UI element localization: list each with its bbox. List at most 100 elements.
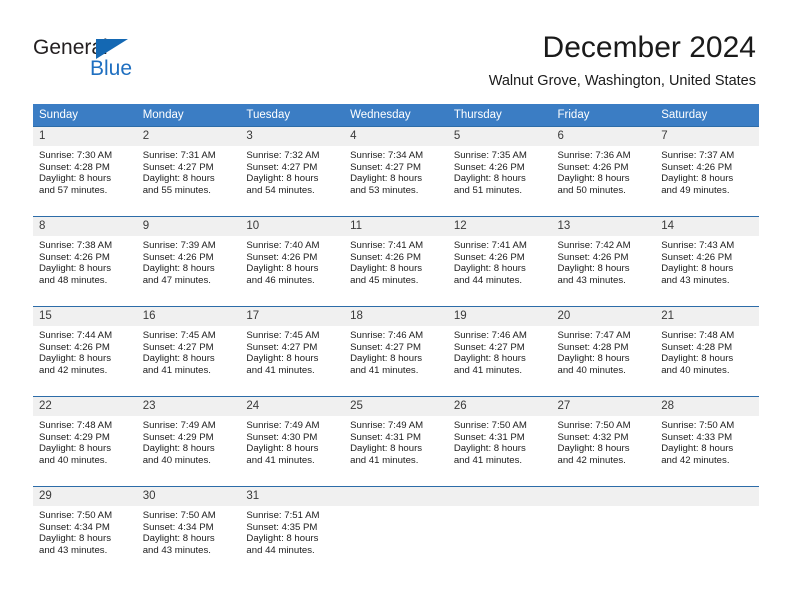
calendar-cell[interactable]: 10 Sunrise: 7:40 AM Sunset: 4:26 PM Dayl… [240, 216, 345, 300]
day-details: Sunrise: 7:37 AM Sunset: 4:26 PM Dayligh… [655, 146, 759, 196]
day-details: Sunrise: 7:50 AM Sunset: 4:34 PM Dayligh… [137, 506, 241, 556]
sunrise-text: Sunrise: 7:45 AM [142, 330, 216, 341]
day-number: 29 [33, 487, 137, 506]
calendar-cell[interactable]: 2 Sunrise: 7:31 AM Sunset: 4:27 PM Dayli… [136, 126, 241, 210]
day-number: 28 [655, 397, 759, 416]
day-number: 8 [33, 217, 137, 236]
calendar-cell[interactable]: 1 Sunrise: 7:30 AM Sunset: 4:28 PM Dayli… [33, 126, 137, 210]
day-number: 16 [136, 307, 241, 326]
daylight-text-line1: Daylight: 8 hours [142, 533, 215, 545]
daylight-text-line1: Daylight: 8 hours [246, 443, 319, 455]
calendar-cell[interactable]: 12 Sunrise: 7:41 AM Sunset: 4:26 PM Dayl… [447, 216, 552, 300]
calendar-cell[interactable]: 13 Sunrise: 7:42 AM Sunset: 4:26 PM Dayl… [551, 216, 656, 300]
calendar-week-row: 22 Sunrise: 7:48 AM Sunset: 4:29 PM Dayl… [33, 396, 759, 480]
day-details [655, 506, 759, 510]
calendar-cell[interactable]: 8 Sunrise: 7:38 AM Sunset: 4:26 PM Dayli… [33, 216, 137, 300]
calendar-cell[interactable]: 24 Sunrise: 7:49 AM Sunset: 4:30 PM Dayl… [240, 396, 345, 480]
calendar-cell[interactable]: 22 Sunrise: 7:48 AM Sunset: 4:29 PM Dayl… [33, 396, 137, 480]
calendar-cell-empty [447, 486, 552, 570]
day-details: Sunrise: 7:45 AM Sunset: 4:27 PM Dayligh… [137, 326, 241, 376]
calendar-cell[interactable]: 17 Sunrise: 7:45 AM Sunset: 4:27 PM Dayl… [240, 306, 345, 390]
calendar-cell[interactable]: 31 Sunrise: 7:51 AM Sunset: 4:35 PM Dayl… [240, 486, 345, 570]
general-blue-logo[interactable]: General Blue [33, 36, 213, 88]
day-details: Sunrise: 7:43 AM Sunset: 4:26 PM Dayligh… [655, 236, 759, 286]
weekday-header-monday: Monday [136, 104, 241, 126]
daylight-text-line1: Daylight: 8 hours [350, 263, 423, 275]
calendar-cell[interactable]: 26 Sunrise: 7:50 AM Sunset: 4:31 PM Dayl… [447, 396, 552, 480]
daylight-text-line2: and 42 minutes. [557, 454, 626, 466]
day-number: 30 [136, 487, 241, 506]
calendar-cell[interactable]: 16 Sunrise: 7:45 AM Sunset: 4:27 PM Dayl… [136, 306, 241, 390]
calendar-cell[interactable]: 18 Sunrise: 7:46 AM Sunset: 4:27 PM Dayl… [344, 306, 448, 390]
calendar-cell[interactable]: 14 Sunrise: 7:43 AM Sunset: 4:26 PM Dayl… [655, 216, 759, 300]
sunrise-sunset-calendar: Sunday Monday Tuesday Wednesday Thursday… [33, 104, 759, 570]
calendar-cell[interactable]: 7 Sunrise: 7:37 AM Sunset: 4:26 PM Dayli… [655, 126, 759, 210]
day-number: 23 [136, 397, 241, 416]
daylight-text-line2: and 42 minutes. [661, 454, 730, 466]
weekday-header-thursday: Thursday [447, 104, 552, 126]
calendar-cell[interactable]: 11 Sunrise: 7:41 AM Sunset: 4:26 PM Dayl… [344, 216, 448, 300]
day-details: Sunrise: 7:47 AM Sunset: 4:28 PM Dayligh… [552, 326, 656, 376]
daylight-text-line1: Daylight: 8 hours [39, 533, 111, 545]
daylight-text-line2: and 42 minutes. [39, 364, 108, 376]
sunrise-text: Sunrise: 7:46 AM [350, 330, 424, 341]
day-details: Sunrise: 7:35 AM Sunset: 4:26 PM Dayligh… [448, 146, 552, 196]
calendar-cell[interactable]: 4 Sunrise: 7:34 AM Sunset: 4:27 PM Dayli… [344, 126, 448, 210]
calendar-cell[interactable]: 30 Sunrise: 7:50 AM Sunset: 4:34 PM Dayl… [136, 486, 241, 570]
calendar-cell[interactable]: 25 Sunrise: 7:49 AM Sunset: 4:31 PM Dayl… [344, 396, 448, 480]
sunset-text: Sunset: 4:26 PM [350, 251, 422, 263]
daylight-text-line2: and 48 minutes. [39, 274, 108, 286]
calendar-week-row: 15 Sunrise: 7:44 AM Sunset: 4:26 PM Dayl… [33, 306, 759, 390]
day-details: Sunrise: 7:44 AM Sunset: 4:26 PM Dayligh… [33, 326, 137, 376]
sunset-text: Sunset: 4:26 PM [39, 251, 110, 263]
calendar-cell-empty [551, 486, 656, 570]
day-number: 26 [447, 397, 552, 416]
sunset-text: Sunset: 4:27 PM [350, 341, 422, 353]
daylight-text-line2: and 46 minutes. [246, 274, 315, 286]
daylight-text-line2: and 41 minutes. [246, 364, 315, 376]
daylight-text-line1: Daylight: 8 hours [557, 263, 630, 275]
daylight-text-line2: and 43 minutes. [661, 274, 730, 286]
day-number: 5 [447, 127, 552, 146]
sunset-text: Sunset: 4:28 PM [661, 341, 733, 353]
day-details: Sunrise: 7:31 AM Sunset: 4:27 PM Dayligh… [137, 146, 241, 196]
calendar-cell[interactable]: 15 Sunrise: 7:44 AM Sunset: 4:26 PM Dayl… [33, 306, 137, 390]
sunset-text: Sunset: 4:27 PM [246, 161, 318, 173]
daylight-text-line2: and 43 minutes. [557, 274, 626, 286]
calendar-cell[interactable]: 20 Sunrise: 7:47 AM Sunset: 4:28 PM Dayl… [551, 306, 656, 390]
calendar-cell[interactable]: 19 Sunrise: 7:46 AM Sunset: 4:27 PM Dayl… [447, 306, 552, 390]
sunrise-text: Sunrise: 7:46 AM [453, 330, 527, 341]
sunset-text: Sunset: 4:28 PM [39, 161, 110, 173]
day-details: Sunrise: 7:50 AM Sunset: 4:31 PM Dayligh… [448, 416, 552, 466]
calendar-cell[interactable]: 29 Sunrise: 7:50 AM Sunset: 4:34 PM Dayl… [33, 486, 137, 570]
sunrise-text: Sunrise: 7:42 AM [557, 240, 631, 251]
calendar-cell[interactable]: 28 Sunrise: 7:50 AM Sunset: 4:33 PM Dayl… [655, 396, 759, 480]
sunrise-text: Sunrise: 7:47 AM [557, 330, 631, 341]
daylight-text-line1: Daylight: 8 hours [350, 173, 423, 185]
daylight-text-line1: Daylight: 8 hours [246, 353, 319, 365]
sunset-text: Sunset: 4:26 PM [557, 161, 629, 173]
calendar-cell[interactable]: 21 Sunrise: 7:48 AM Sunset: 4:28 PM Dayl… [655, 306, 759, 390]
calendar-cell[interactable]: 6 Sunrise: 7:36 AM Sunset: 4:26 PM Dayli… [551, 126, 656, 210]
sunset-text: Sunset: 4:26 PM [142, 251, 214, 263]
calendar-cell[interactable]: 23 Sunrise: 7:49 AM Sunset: 4:29 PM Dayl… [136, 396, 241, 480]
calendar-cell[interactable]: 3 Sunrise: 7:32 AM Sunset: 4:27 PM Dayli… [240, 126, 345, 210]
daylight-text-line1: Daylight: 8 hours [661, 263, 734, 275]
daylight-text-line2: and 54 minutes. [246, 184, 315, 196]
day-number: 27 [551, 397, 656, 416]
calendar-cell[interactable]: 27 Sunrise: 7:50 AM Sunset: 4:32 PM Dayl… [551, 396, 656, 480]
sunrise-text: Sunrise: 7:39 AM [142, 240, 216, 251]
calendar-cell[interactable]: 5 Sunrise: 7:35 AM Sunset: 4:26 PM Dayli… [447, 126, 552, 210]
daylight-text-line2: and 45 minutes. [350, 274, 419, 286]
sunrise-text: Sunrise: 7:41 AM [453, 240, 527, 251]
day-number [344, 487, 448, 506]
day-number: 10 [240, 217, 345, 236]
title-block: December 2024 Walnut Grove, Washington, … [489, 30, 756, 90]
daylight-text-line2: and 51 minutes. [453, 184, 523, 196]
daylight-text-line1: Daylight: 8 hours [39, 443, 111, 455]
day-number: 18 [344, 307, 448, 326]
sunset-text: Sunset: 4:26 PM [453, 251, 525, 263]
daylight-text-line1: Daylight: 8 hours [557, 353, 630, 365]
calendar-cell[interactable]: 9 Sunrise: 7:39 AM Sunset: 4:26 PM Dayli… [136, 216, 241, 300]
daylight-text-line1: Daylight: 8 hours [661, 353, 734, 365]
